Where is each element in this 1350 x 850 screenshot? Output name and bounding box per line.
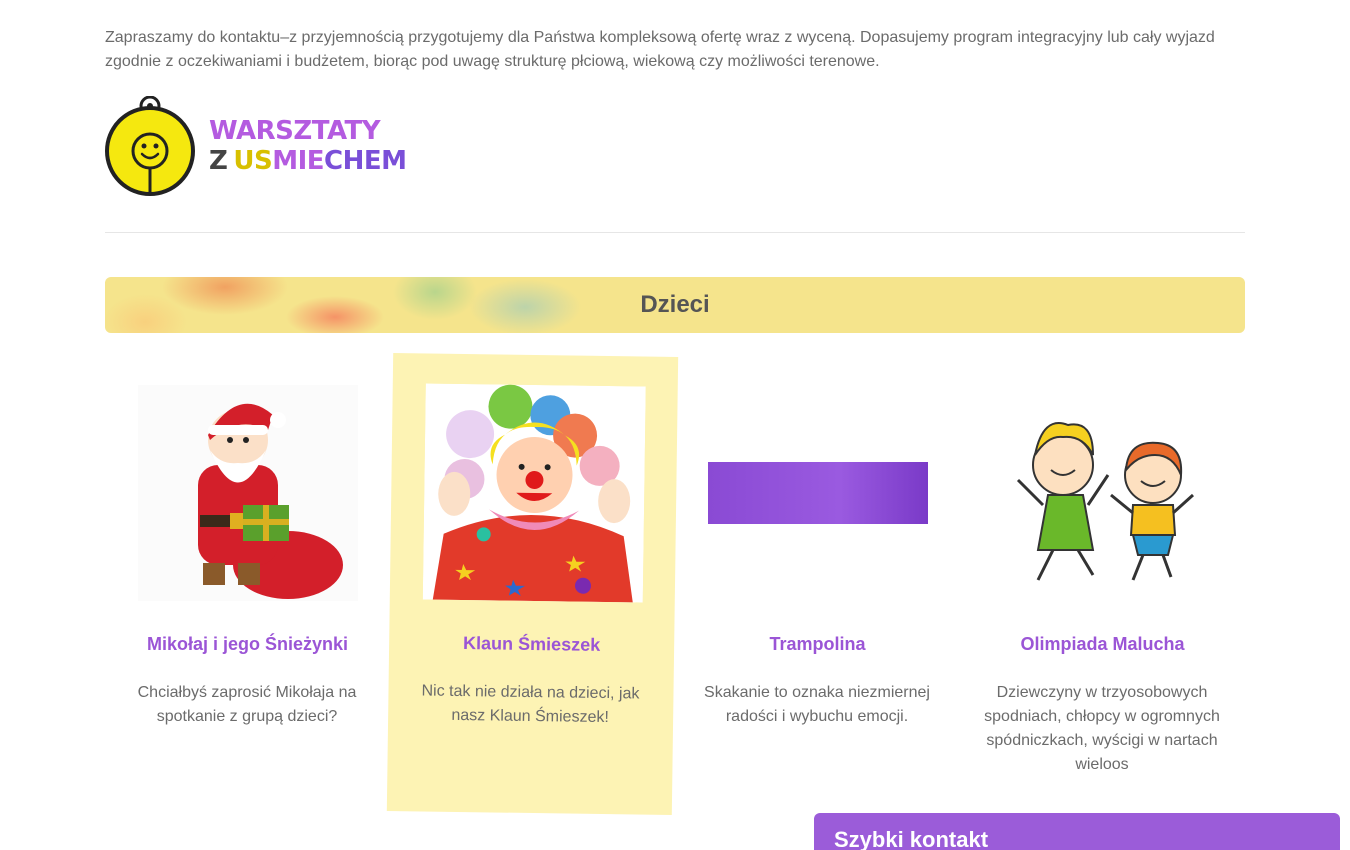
- card-title[interactable]: Trampolina: [675, 633, 960, 655]
- logo-text: WARSZTATY Z USMIECHEM: [209, 116, 407, 176]
- card-title[interactable]: Klaun Śmieszek: [389, 631, 674, 657]
- smiley-logo-icon: [105, 96, 195, 196]
- logo-mie: MIE: [272, 146, 325, 176]
- card-description: Dziewczyny w trzyosobowych spodniach, ch…: [984, 684, 1220, 773]
- section-banner: Dzieci: [105, 277, 1245, 333]
- offer-card-clown[interactable]: Klaun Śmieszek Nic tak nie działa na dzi…: [386, 353, 679, 815]
- santa-claus-image: [138, 385, 358, 601]
- card-title[interactable]: Olimpiada Malucha: [960, 633, 1245, 655]
- kids-jumping-image: [993, 385, 1213, 601]
- card-description: Skakanie to oznaka niezmiernej radości i…: [704, 684, 930, 725]
- logo-line-2: Z USMIECHEM: [209, 146, 407, 176]
- logo-z: Z: [209, 146, 228, 176]
- quick-contact-title[interactable]: Szybki kontakt: [834, 827, 988, 850]
- trampoline-image: [708, 462, 928, 524]
- divider: [105, 232, 1245, 233]
- logo-us: US: [233, 146, 273, 176]
- intro-text: Zapraszamy do kontaktu–z przyjemnością p…: [105, 29, 1215, 70]
- logo[interactable]: WARSZTATY Z USMIECHEM: [105, 96, 407, 198]
- card-title[interactable]: Mikołaj i jego Śnieżynki: [105, 633, 390, 655]
- card-description: Chciałbyś zaprosić Mikołaja na spotkanie…: [137, 684, 357, 725]
- card-description: Nic tak nie działa na dzieci, jak nasz K…: [421, 682, 640, 727]
- logo-chem: CHEM: [324, 146, 407, 176]
- quick-contact-panel[interactable]: Szybki kontakt: [814, 813, 1340, 850]
- clown-image: [422, 383, 646, 603]
- section-title: Dzieci: [640, 291, 710, 318]
- logo-line-1: WARSZTATY: [209, 116, 381, 146]
